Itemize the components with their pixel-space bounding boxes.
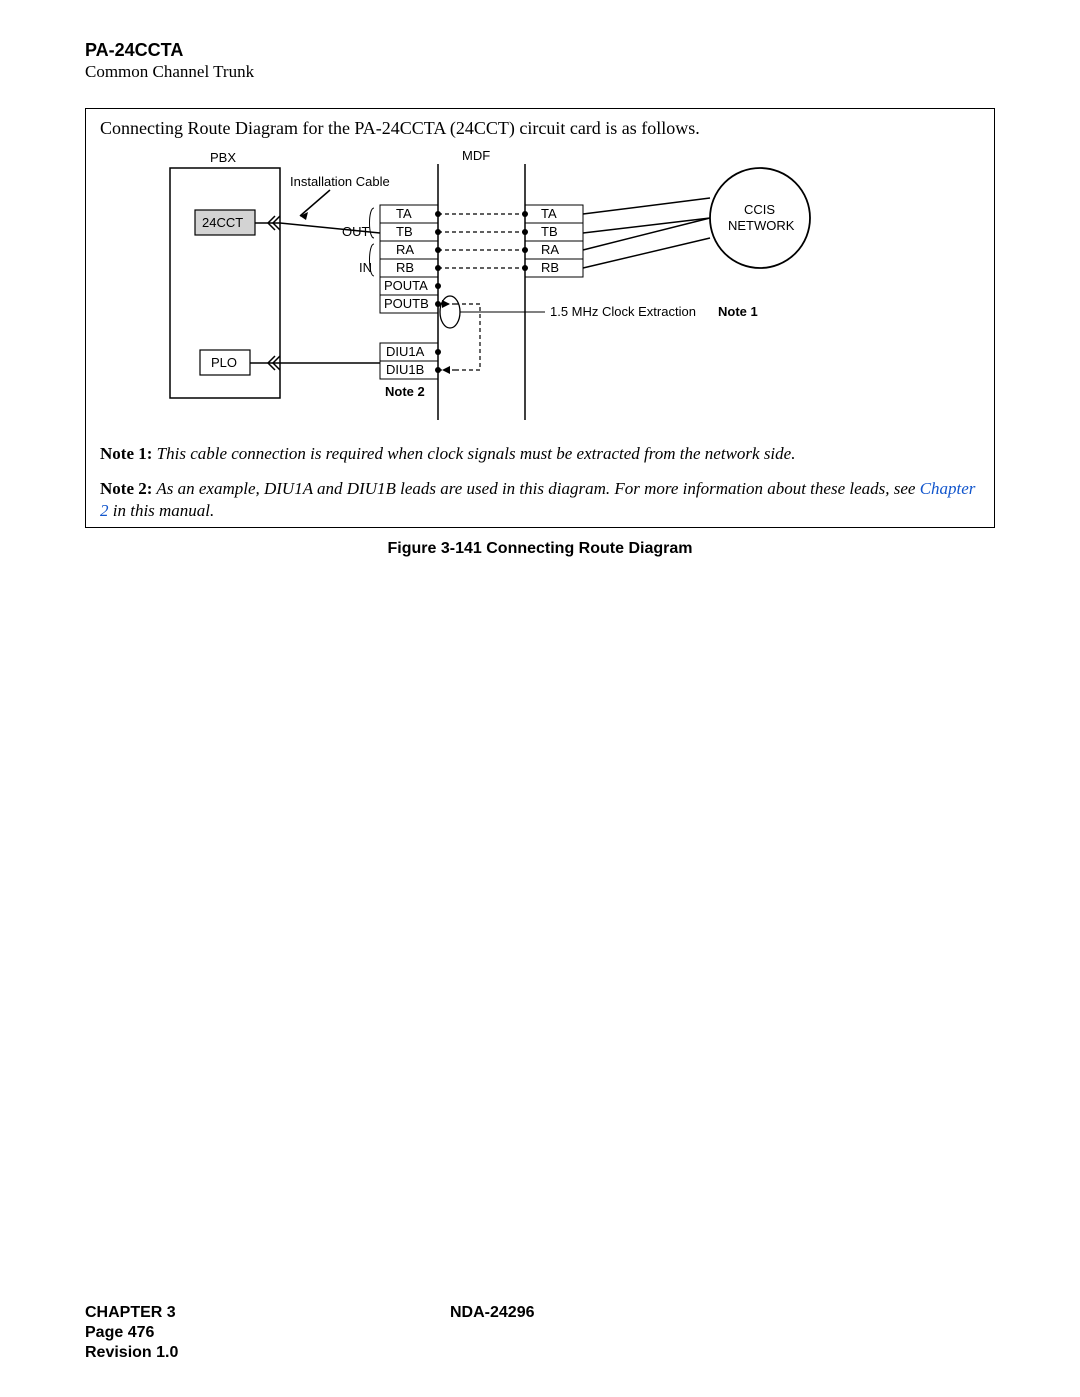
page: PA-24CCTA Common Channel Trunk Connectin… xyxy=(0,0,1080,1397)
header-subtitle: Common Channel Trunk xyxy=(85,62,254,82)
svg-text:TA: TA xyxy=(396,206,412,221)
ccis-label1: CCIS xyxy=(744,202,775,217)
mdf-label: MDF xyxy=(462,148,490,163)
clock-note-bold: Note 1 xyxy=(718,304,758,319)
figure-caption: Figure 3-141 Connecting Route Diagram xyxy=(85,540,995,558)
diagram: PBX 24CCT PLO Installation Cable MDF xyxy=(100,148,980,428)
header-code: PA-24CCTA xyxy=(85,40,183,61)
svg-text:POUTA: POUTA xyxy=(384,278,428,293)
svg-text:RA: RA xyxy=(541,242,559,257)
ccis-label2: NETWORK xyxy=(728,218,795,233)
footer-page: Page 476 xyxy=(85,1324,154,1342)
pbx-label: PBX xyxy=(210,150,236,165)
right-leads: TA TB RA RB xyxy=(525,205,583,277)
svg-text:TB: TB xyxy=(541,224,558,239)
svg-text:RA: RA xyxy=(396,242,414,257)
left-leads: TA TB RA RB POUTA POUTB DIU1A DIU1B xyxy=(380,205,438,379)
svg-text:POUTB: POUTB xyxy=(384,296,429,311)
svg-text:DIU1A: DIU1A xyxy=(386,344,425,359)
install-cable-label: Installation Cable xyxy=(290,174,390,189)
clock-note: 1.5 MHz Clock Extraction xyxy=(550,304,696,319)
footer-chapter: CHAPTER 3 xyxy=(85,1304,176,1322)
note-1: Note 1: This cable connection is require… xyxy=(100,444,980,464)
box-24cct: 24CCT xyxy=(202,215,243,230)
note2-label: Note 2 xyxy=(385,384,425,399)
note-2: Note 2: As an example, DIU1A and DIU1B l… xyxy=(100,478,980,522)
box-plo: PLO xyxy=(211,355,237,370)
svg-text:RB: RB xyxy=(541,260,559,275)
svg-text:TA: TA xyxy=(541,206,557,221)
svg-text:RB: RB xyxy=(396,260,414,275)
footer-doc: NDA-24296 xyxy=(450,1304,534,1322)
footer-revision: Revision 1.0 xyxy=(85,1344,178,1362)
svg-text:DIU1B: DIU1B xyxy=(386,362,424,377)
figure-intro: Connecting Route Diagram for the PA-24CC… xyxy=(100,118,980,139)
svg-text:TB: TB xyxy=(396,224,413,239)
